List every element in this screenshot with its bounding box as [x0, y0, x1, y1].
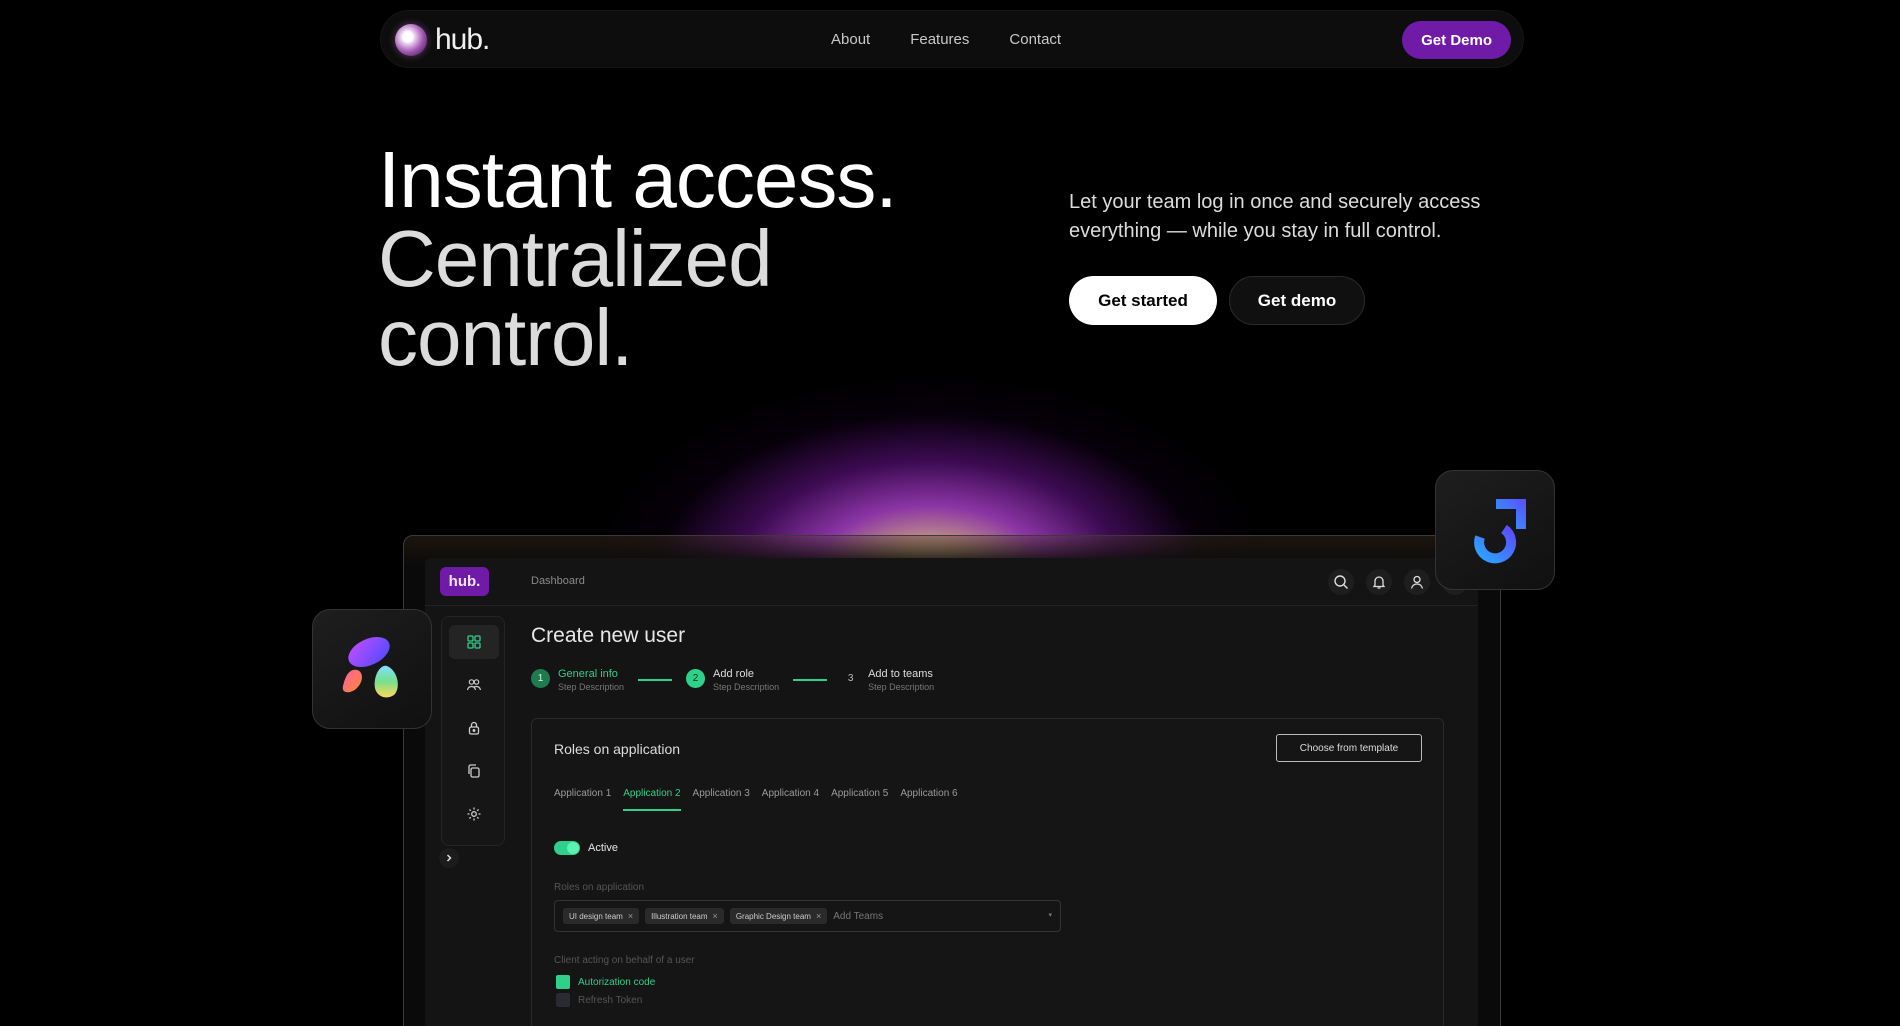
application-tabs: Application 1 Application 2 Application …	[554, 788, 958, 811]
client-field-label: Client acting on behalf of a user	[554, 955, 695, 966]
step-label: General info	[558, 668, 618, 680]
step-number: 1	[531, 669, 550, 688]
page-title: Create new user	[531, 624, 686, 647]
step-add-to-teams[interactable]: 3 Add to teams Step Description	[841, 668, 934, 692]
lock-icon[interactable]	[449, 711, 499, 745]
step-connector	[793, 679, 828, 681]
tab-application-5[interactable]: Application 5	[831, 788, 888, 811]
check-autorization-code[interactable]: Autorization code	[556, 975, 655, 989]
roles-field-label: Roles on application	[554, 882, 645, 893]
close-icon[interactable]: ×	[713, 911, 718, 921]
roles-card: Roles on application Choose from templat…	[531, 718, 1444, 1026]
chip-label: Graphic Design team	[735, 911, 811, 921]
get-demo-button[interactable]: Get demo	[1229, 276, 1365, 325]
hero-title-line-1: Instant access.	[378, 135, 898, 224]
logo-text: hub.	[435, 23, 490, 56]
active-toggle[interactable]	[554, 841, 580, 855]
brand-logo[interactable]: hub.	[395, 23, 490, 57]
tab-application-2[interactable]: Application 2	[623, 788, 681, 811]
checkbox-label: Autorization code	[578, 976, 656, 988]
add-teams-placeholder[interactable]: Add Teams	[833, 911, 883, 922]
step-label: Add role	[713, 668, 755, 680]
chip-label: UI design team	[569, 911, 623, 921]
active-toggle-row: Active	[554, 841, 618, 855]
nav-link-about[interactable]: About	[831, 31, 870, 48]
team-chip[interactable]: UI design team ×	[563, 908, 640, 924]
choose-template-button[interactable]: Choose from template	[1276, 734, 1422, 762]
chevron-down-icon[interactable]: ▾	[1048, 911, 1052, 919]
hero-title-line-2: Centralized	[378, 214, 773, 303]
top-navbar: hub. About Features Contact Get Demo	[380, 10, 1524, 68]
teams-input[interactable]: UI design team × Illustration team × Graph…	[554, 900, 1061, 932]
step-description: Step Description	[868, 682, 935, 692]
copy-icon[interactable]	[449, 754, 499, 788]
bell-icon[interactable]	[1366, 569, 1392, 595]
chip-label: Illustration team	[651, 911, 708, 921]
checkbox[interactable]	[556, 993, 570, 1007]
check-refresh-token[interactable]: Refresh Token	[556, 993, 642, 1007]
step-general-info[interactable]: 1 General info Step Description	[531, 668, 624, 692]
dashboard-preview: hub. Dashboard Create new user 1 General…	[425, 558, 1478, 1026]
get-demo-nav-button[interactable]: Get Demo	[1402, 21, 1511, 59]
arrow-swirl-logo-icon	[1474, 499, 1526, 564]
step-description: Step Description	[558, 682, 625, 692]
tab-application-4[interactable]: Application 4	[762, 788, 819, 811]
floating-app-icon-right	[1435, 470, 1555, 590]
user-icon[interactable]	[1404, 569, 1430, 595]
dashboard-logo[interactable]: hub.	[440, 567, 489, 596]
step-description: Step Description	[713, 682, 780, 692]
chevron-right-icon[interactable]	[439, 848, 459, 868]
nav-link-contact[interactable]: Contact	[1009, 31, 1061, 48]
nav-links: About Features Contact	[831, 31, 1061, 48]
step-label: Add to teams	[868, 668, 933, 680]
get-started-button[interactable]: Get started	[1069, 276, 1217, 325]
abstract-blob-logo-icon	[342, 636, 398, 698]
hero-subtitle: Let your team log in once and securely a…	[1069, 191, 1481, 242]
checkbox[interactable]	[556, 975, 570, 989]
search-icon[interactable]	[1328, 569, 1354, 595]
gear-icon[interactable]	[449, 797, 499, 831]
step-connector	[638, 679, 673, 681]
users-icon[interactable]	[449, 668, 499, 702]
tab-application-1[interactable]: Application 1	[554, 788, 611, 811]
logo-orb-icon	[395, 24, 427, 56]
team-chip[interactable]: Graphic Design team ×	[729, 908, 828, 924]
close-icon[interactable]: ×	[816, 911, 821, 921]
dashboard-sidebar	[441, 616, 505, 846]
card-title: Roles on application	[554, 741, 681, 757]
team-chip[interactable]: Illustration team ×	[645, 908, 724, 924]
toggle-label: Active	[588, 842, 618, 854]
step-add-role[interactable]: 2 Add role Step Description	[686, 668, 779, 692]
nav-link-features[interactable]: Features	[910, 31, 969, 48]
step-number: 3	[847, 673, 854, 684]
tab-application-6[interactable]: Application 6	[900, 788, 957, 811]
stepper: 1 General info Step Description 2 Add ro…	[531, 668, 934, 692]
step-number: 2	[686, 669, 706, 688]
grid-icon[interactable]	[449, 625, 499, 659]
floating-app-icon-left	[312, 609, 432, 729]
dashboard-topbar: hub. Dashboard	[425, 558, 1478, 606]
tab-application-3[interactable]: Application 3	[693, 788, 750, 811]
checkbox-label: Refresh Token	[578, 994, 643, 1006]
close-icon[interactable]: ×	[628, 911, 633, 921]
breadcrumb[interactable]: Dashboard	[531, 575, 585, 587]
